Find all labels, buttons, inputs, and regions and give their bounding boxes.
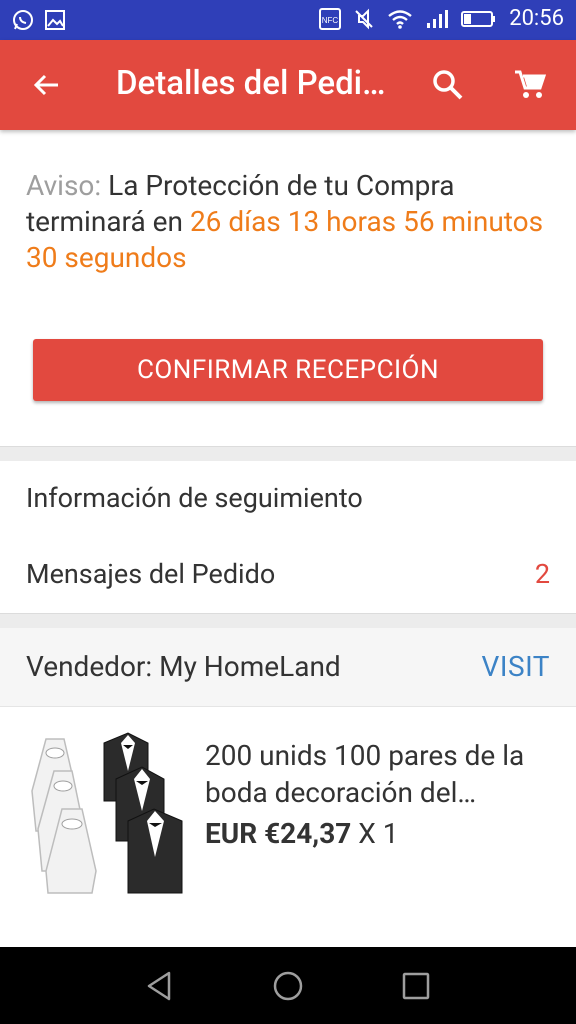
status-time: 20:56 xyxy=(509,6,564,31)
tracking-info-label: Información de seguimiento xyxy=(26,482,363,514)
section-divider xyxy=(0,446,576,461)
navigation-bar xyxy=(0,947,576,1024)
status-bar: NFC 20:56 xyxy=(0,0,576,40)
status-right-icons: NFC 20:56 xyxy=(319,6,564,31)
arrow-back-icon[interactable] xyxy=(30,69,62,101)
messages-count-badge: 2 xyxy=(534,558,550,590)
seller-row: Vendedor: My HomeLand VISIT xyxy=(0,628,576,707)
page-title: Detalles del Pedido xyxy=(116,64,396,103)
status-left-icons xyxy=(12,9,66,31)
nav-recents-icon[interactable] xyxy=(399,969,433,1003)
svg-text:NFC: NFC xyxy=(322,16,339,25)
price-amount: EUR €24,37 xyxy=(205,817,352,850)
order-messages-row[interactable]: Mensajes del Pedido 2 xyxy=(0,537,576,614)
notice-label: Aviso: xyxy=(26,169,102,202)
order-messages-label: Mensajes del Pedido xyxy=(26,558,276,590)
product-item[interactable]: 200 unids 100 pares de la boda decoració… xyxy=(0,707,576,947)
signal-icon xyxy=(427,9,449,28)
search-icon[interactable] xyxy=(430,67,466,103)
product-price: EUR €24,37 X 1 xyxy=(205,817,399,850)
seller-label: Vendedor: xyxy=(26,650,153,683)
tracking-info-row[interactable]: Información de seguimiento xyxy=(0,461,576,538)
mute-icon xyxy=(355,8,373,29)
seller-name: My HomeLand xyxy=(159,650,341,683)
section-divider xyxy=(0,613,576,628)
confirm-receipt-button[interactable]: CONFIRMAR RECEPCIÓN xyxy=(33,339,543,401)
wedding-favor-boxes-image[interactable] xyxy=(24,731,188,897)
whatsapp-icon xyxy=(13,10,33,30)
battery-icon xyxy=(461,10,496,27)
wifi-icon xyxy=(388,9,412,29)
protection-notice: Aviso: La Protección de tu Compra termin… xyxy=(26,168,546,276)
nav-back-icon[interactable] xyxy=(143,969,177,1003)
nfc-icon: NFC xyxy=(319,7,342,30)
cart-icon[interactable] xyxy=(512,67,548,103)
gallery-icon xyxy=(45,10,65,30)
nav-home-icon[interactable] xyxy=(271,969,305,1003)
visit-store-link[interactable]: VISIT xyxy=(482,650,551,683)
product-quantity: X 1 xyxy=(358,817,399,850)
seller-info: Vendedor: My HomeLand xyxy=(26,650,341,683)
app-bar: Detalles del Pedido xyxy=(0,40,576,130)
product-name[interactable]: 200 unids 100 pares de la boda decoració… xyxy=(205,737,550,811)
